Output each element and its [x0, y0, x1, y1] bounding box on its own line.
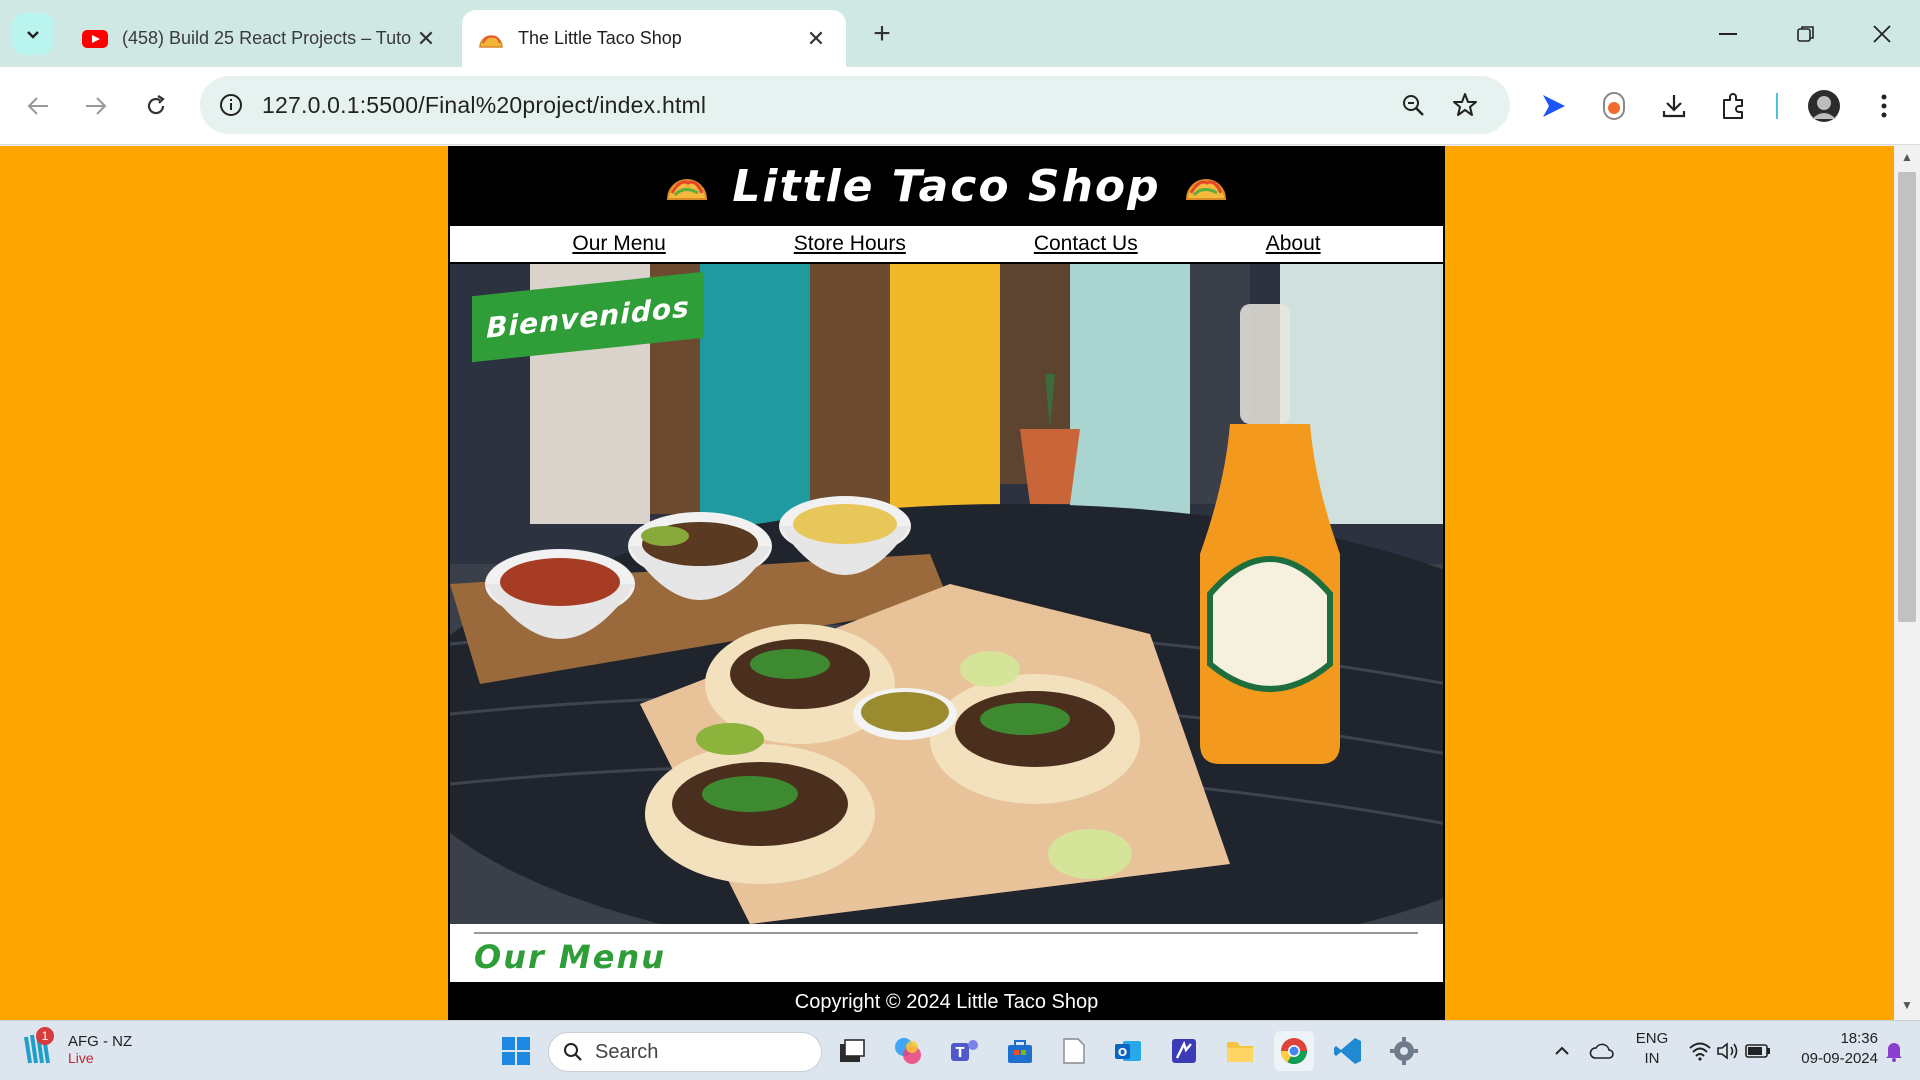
notepad-icon[interactable]: [1054, 1031, 1094, 1071]
minimize-icon: [1719, 33, 1737, 35]
site-header: Little Taco Shop: [450, 146, 1443, 226]
arrow-right-icon: [86, 97, 107, 115]
azure-data-icon[interactable]: [1164, 1031, 1204, 1071]
notification-badge: 1: [36, 1027, 54, 1045]
nav-link-contact-us[interactable]: Contact Us: [1034, 232, 1138, 256]
copyright-text: Copyright © 2024 Little Taco Shop: [794, 990, 1099, 1013]
youtube-icon: [82, 26, 108, 52]
outlook-icon[interactable]: O: [1108, 1031, 1148, 1071]
more-menu-icon[interactable]: [1864, 86, 1904, 126]
section-divider: [474, 932, 1418, 934]
tacos-photo: [450, 264, 1443, 924]
clock[interactable]: 18:36 09-09-2024: [1782, 1029, 1878, 1069]
cricket-score-widget[interactable]: 1 AFG - NZ Live: [22, 1027, 133, 1067]
taskbar: 1 AFG - NZ Live Search T O ENG IN 18:36 …: [0, 1020, 1920, 1080]
region-code: IN: [1644, 1050, 1660, 1067]
taco-icon: [667, 179, 708, 200]
taco-icon: [1185, 179, 1226, 200]
score-title: AFG - NZ: [68, 1032, 133, 1050]
scroll-down-arrow[interactable]: ▼: [1900, 998, 1914, 1012]
scroll-thumb[interactable]: [1898, 172, 1916, 622]
page-scrollbar[interactable]: ▲ ▼: [1894, 146, 1920, 1020]
store-icon[interactable]: [1000, 1031, 1040, 1071]
page-viewport: Little Taco Shop Our Menu Store Hours Co…: [0, 146, 1894, 1020]
site-info-icon[interactable]: [214, 88, 248, 122]
language-code: ENG: [1635, 1030, 1669, 1047]
scroll-up-arrow[interactable]: ▲: [1900, 150, 1914, 164]
teams-icon[interactable]: T: [944, 1031, 984, 1071]
reload-icon: [147, 95, 165, 115]
taskbar-search[interactable]: Search: [548, 1032, 822, 1072]
profile-avatar[interactable]: [1804, 86, 1844, 126]
input-language-indicator[interactable]: ENG IN: [1632, 1029, 1672, 1069]
site-container: Little Taco Shop Our Menu Store Hours Co…: [448, 146, 1445, 1020]
site-title: Little Taco Shop: [732, 160, 1161, 212]
address-url[interactable]: 127.0.0.1:5500/Final%20project/index.htm…: [262, 92, 706, 119]
extensions-puzzle-icon[interactable]: [1714, 86, 1754, 126]
tab-strip: (458) Build 25 React Projects – Tuto ✕ T…: [0, 0, 1920, 67]
chrome-taskbar-icon[interactable]: [1274, 1031, 1314, 1071]
search-label: Search: [595, 1040, 659, 1063]
recorder-extension-icon[interactable]: [1594, 86, 1634, 126]
notification-bell-icon[interactable]: [1874, 1031, 1914, 1071]
browser-toolbar: 127.0.0.1:5500/Final%20project/index.htm…: [0, 67, 1920, 145]
reload-button[interactable]: [136, 86, 176, 126]
nav-link-our-menu[interactable]: Our Menu: [572, 232, 665, 256]
close-tab-icon[interactable]: ✕: [802, 25, 830, 53]
taco-icon: [478, 26, 504, 52]
show-hidden-icons-chevron-up-icon[interactable]: [1542, 1031, 1582, 1071]
section-heading-our-menu: Our Menu: [474, 938, 667, 976]
close-icon: [1873, 25, 1891, 43]
site-footer: Copyright © 2024 Little Taco Shop: [450, 982, 1443, 1020]
file-explorer-icon[interactable]: [1220, 1031, 1260, 1071]
onedrive-cloud-icon[interactable]: [1582, 1031, 1622, 1071]
score-status: Live: [68, 1049, 94, 1066]
forward-button[interactable]: [76, 86, 116, 126]
site-nav: Our Menu Store Hours Contact Us About: [450, 226, 1443, 264]
toolbar-divider: [1776, 93, 1778, 119]
media-extension-icon[interactable]: [1534, 86, 1574, 126]
nav-link-store-hours[interactable]: Store Hours: [794, 232, 906, 256]
new-tab-button[interactable]: +: [866, 17, 898, 50]
close-tab-icon[interactable]: ✕: [412, 25, 440, 53]
tab-title: The Little Taco Shop: [518, 28, 682, 48]
battery-icon[interactable]: [1738, 1031, 1778, 1071]
back-button[interactable]: [18, 86, 58, 126]
minimize-button[interactable]: [1698, 14, 1758, 54]
clock-time: 18:36: [1840, 1030, 1878, 1047]
tab-title: (458) Build 25 React Projects – Tuto: [122, 28, 412, 48]
nav-link-about[interactable]: About: [1266, 232, 1321, 256]
svg-text:O: O: [1118, 1046, 1127, 1059]
tab-youtube[interactable]: (458) Build 25 React Projects – Tuto ✕: [66, 10, 456, 67]
cricket-icon: 1: [22, 1027, 58, 1067]
zoom-icon[interactable]: [1396, 88, 1430, 122]
welcome-banner-text: Bienvenidos: [486, 289, 690, 345]
windows-start-icon[interactable]: [496, 1031, 536, 1071]
settings-gear-icon[interactable]: [1384, 1031, 1424, 1071]
hero-image: Bienvenidos: [450, 264, 1443, 924]
address-bar[interactable]: 127.0.0.1:5500/Final%20project/index.htm…: [200, 76, 1510, 134]
tab-taco-shop[interactable]: The Little Taco Shop ✕: [462, 10, 846, 67]
task-view-icon[interactable]: [832, 1031, 872, 1071]
tab-search-button[interactable]: [12, 13, 54, 55]
clock-date: 09-09-2024: [1801, 1050, 1878, 1067]
download-icon[interactable]: [1654, 86, 1694, 126]
bookmark-star-icon[interactable]: [1448, 88, 1482, 122]
svg-text:T: T: [956, 1046, 965, 1061]
vscode-icon[interactable]: [1328, 1031, 1368, 1071]
search-icon: [564, 1043, 582, 1061]
chevron-down-icon: [27, 31, 39, 39]
close-window-button[interactable]: [1852, 14, 1912, 54]
copilot-icon[interactable]: [888, 1031, 928, 1071]
restore-button[interactable]: [1776, 14, 1836, 54]
arrow-left-icon: [27, 97, 48, 115]
restore-icon: [1797, 26, 1814, 42]
